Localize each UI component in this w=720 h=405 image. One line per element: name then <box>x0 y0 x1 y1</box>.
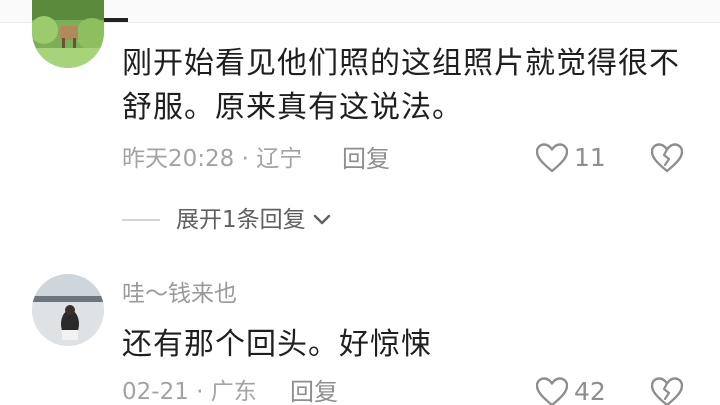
heart-outline-icon <box>536 377 568 405</box>
broken-heart-icon <box>650 143 684 173</box>
avatar[interactable] <box>32 274 104 346</box>
dislike-button[interactable] <box>650 377 684 405</box>
expand-divider <box>122 219 160 221</box>
comment-username[interactable]: 哇～钱来也 <box>122 279 237 309</box>
comment-location: 辽宁 <box>256 146 303 172</box>
comment-time: 昨天20:28 <box>122 146 235 172</box>
broken-heart-icon <box>650 377 684 405</box>
comment-list: 刚开始看见他们照的这组照片就觉得很不舒服。原来真有这说法。 昨天20:28 · … <box>0 0 720 405</box>
expand-replies-label: 展开1条回复 <box>176 207 306 233</box>
comment-text: 刚开始看见他们照的这组照片就觉得很不舒服。原来真有这说法。 <box>122 46 680 125</box>
meta-separator: · <box>234 146 257 172</box>
comment-meta: 昨天20:28 · 辽宁 <box>122 144 302 174</box>
reply-button[interactable]: 回复 <box>342 144 390 174</box>
avatar[interactable] <box>32 0 104 68</box>
comment-item: 哇～钱来也 还有那个回头。好惊悚 02-21 · 广东 回复 42 <box>0 265 720 405</box>
like-count: 11 <box>574 143 606 172</box>
comment-location: 广东 <box>210 379 257 405</box>
reply-button[interactable]: 回复 <box>290 377 338 405</box>
comment-meta: 02-21 · 广东 <box>122 377 257 405</box>
meta-separator: · <box>188 379 211 405</box>
dislike-button[interactable] <box>650 143 684 177</box>
comment-text: 还有那个回头。好惊悚 <box>122 327 432 362</box>
like-button[interactable]: 42 <box>536 377 606 405</box>
like-button[interactable]: 11 <box>536 143 606 173</box>
comment-item: 刚开始看见他们照的这组照片就觉得很不舒服。原来真有这说法。 昨天20:28 · … <box>0 0 720 245</box>
chevron-down-icon <box>313 214 330 225</box>
heart-outline-icon <box>536 143 568 173</box>
comment-time: 02-21 <box>122 379 189 405</box>
like-count: 42 <box>574 377 606 405</box>
expand-replies-button[interactable]: 展开1条回复 <box>122 205 332 235</box>
